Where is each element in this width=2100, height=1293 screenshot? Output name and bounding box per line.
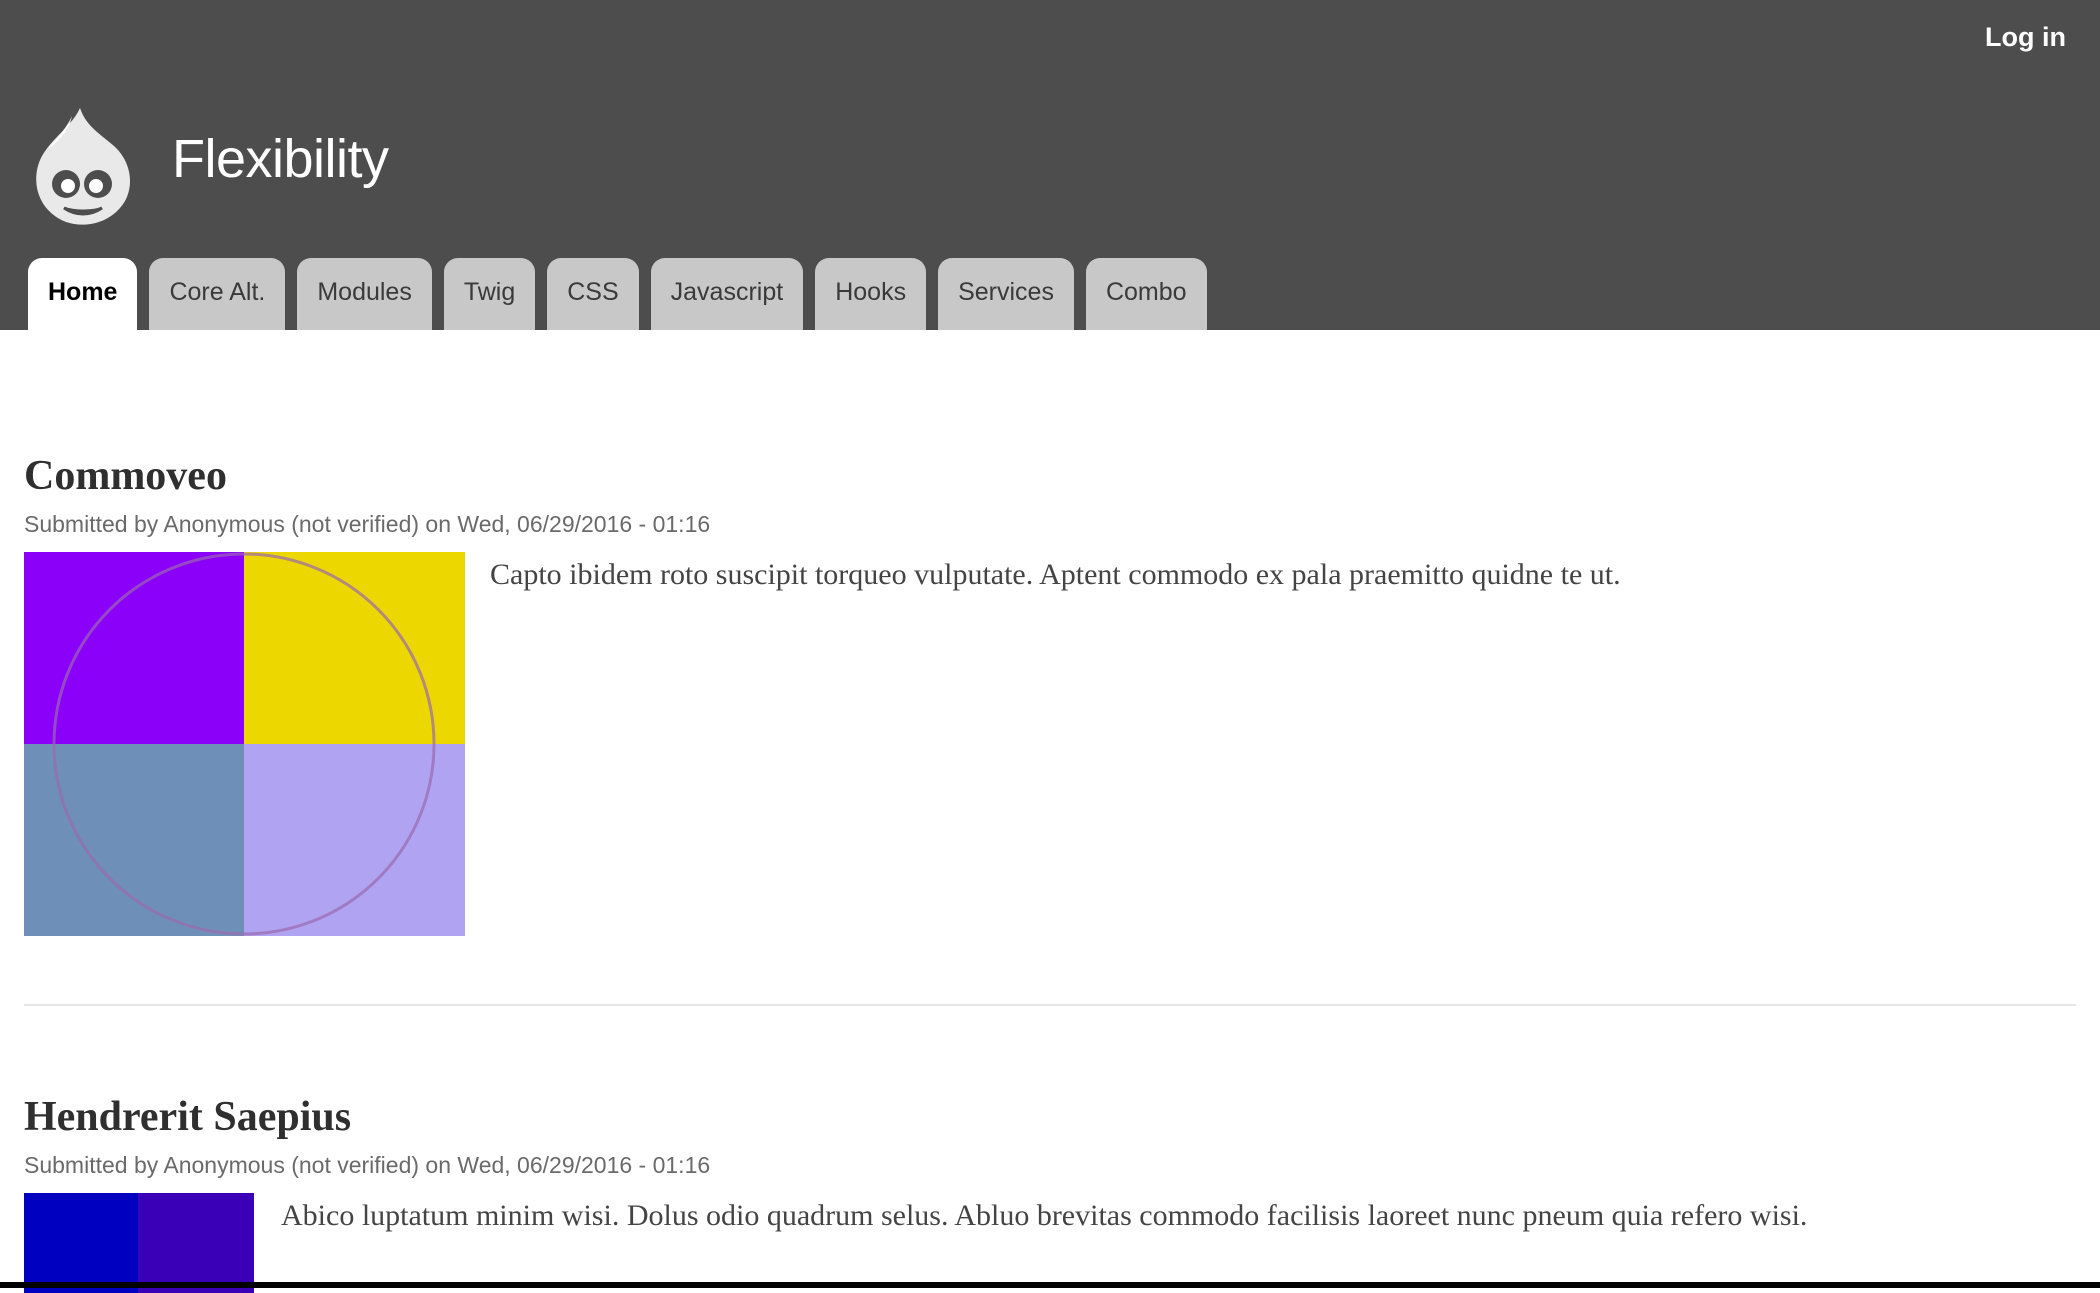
article-divider bbox=[24, 1004, 2076, 1006]
site-header: Log in Flexibility Home Core Alt. Module… bbox=[0, 0, 2100, 330]
article-image[interactable] bbox=[24, 1193, 254, 1293]
tab-services[interactable]: Services bbox=[938, 258, 1074, 330]
window-bottom-edge bbox=[0, 1282, 2100, 1288]
article-submitted-meta: Submitted by Anonymous (not verified) on… bbox=[24, 511, 711, 537]
article-submitted-meta: Submitted by Anonymous (not verified) on… bbox=[24, 1152, 711, 1178]
article-text: Abico luptatum minim wisi. Dolus odio qu… bbox=[281, 1199, 1808, 1232]
site-name[interactable]: Flexibility bbox=[172, 128, 389, 190]
login-link[interactable]: Log in bbox=[1985, 22, 2066, 53]
article-text: Capto ibidem roto suscipit torqueo vulpu… bbox=[490, 558, 1621, 591]
article-teaser: Hendrerit Saepius Submitted by Anonymous… bbox=[24, 1096, 2076, 1293]
tab-javascript[interactable]: Javascript bbox=[650, 258, 804, 330]
main-menu-tabs: Home Core Alt. Modules Twig CSS Javascri… bbox=[28, 258, 1207, 330]
tab-css[interactable]: CSS bbox=[547, 258, 639, 330]
tab-home[interactable]: Home bbox=[28, 258, 138, 330]
article-teaser: Commoveo Submitted by Anonymous (not ver… bbox=[24, 455, 2076, 936]
article-title[interactable]: Commoveo bbox=[24, 455, 2076, 497]
tab-modules[interactable]: Modules bbox=[297, 258, 432, 330]
tab-twig[interactable]: Twig bbox=[443, 258, 536, 330]
tab-core-alt[interactable]: Core Alt. bbox=[149, 258, 286, 330]
drupal-logo-icon[interactable] bbox=[22, 100, 142, 230]
article-image[interactable] bbox=[24, 552, 465, 936]
tab-combo[interactable]: Combo bbox=[1085, 258, 1207, 330]
article-title[interactable]: Hendrerit Saepius bbox=[24, 1096, 2076, 1138]
tab-hooks[interactable]: Hooks bbox=[815, 258, 927, 330]
